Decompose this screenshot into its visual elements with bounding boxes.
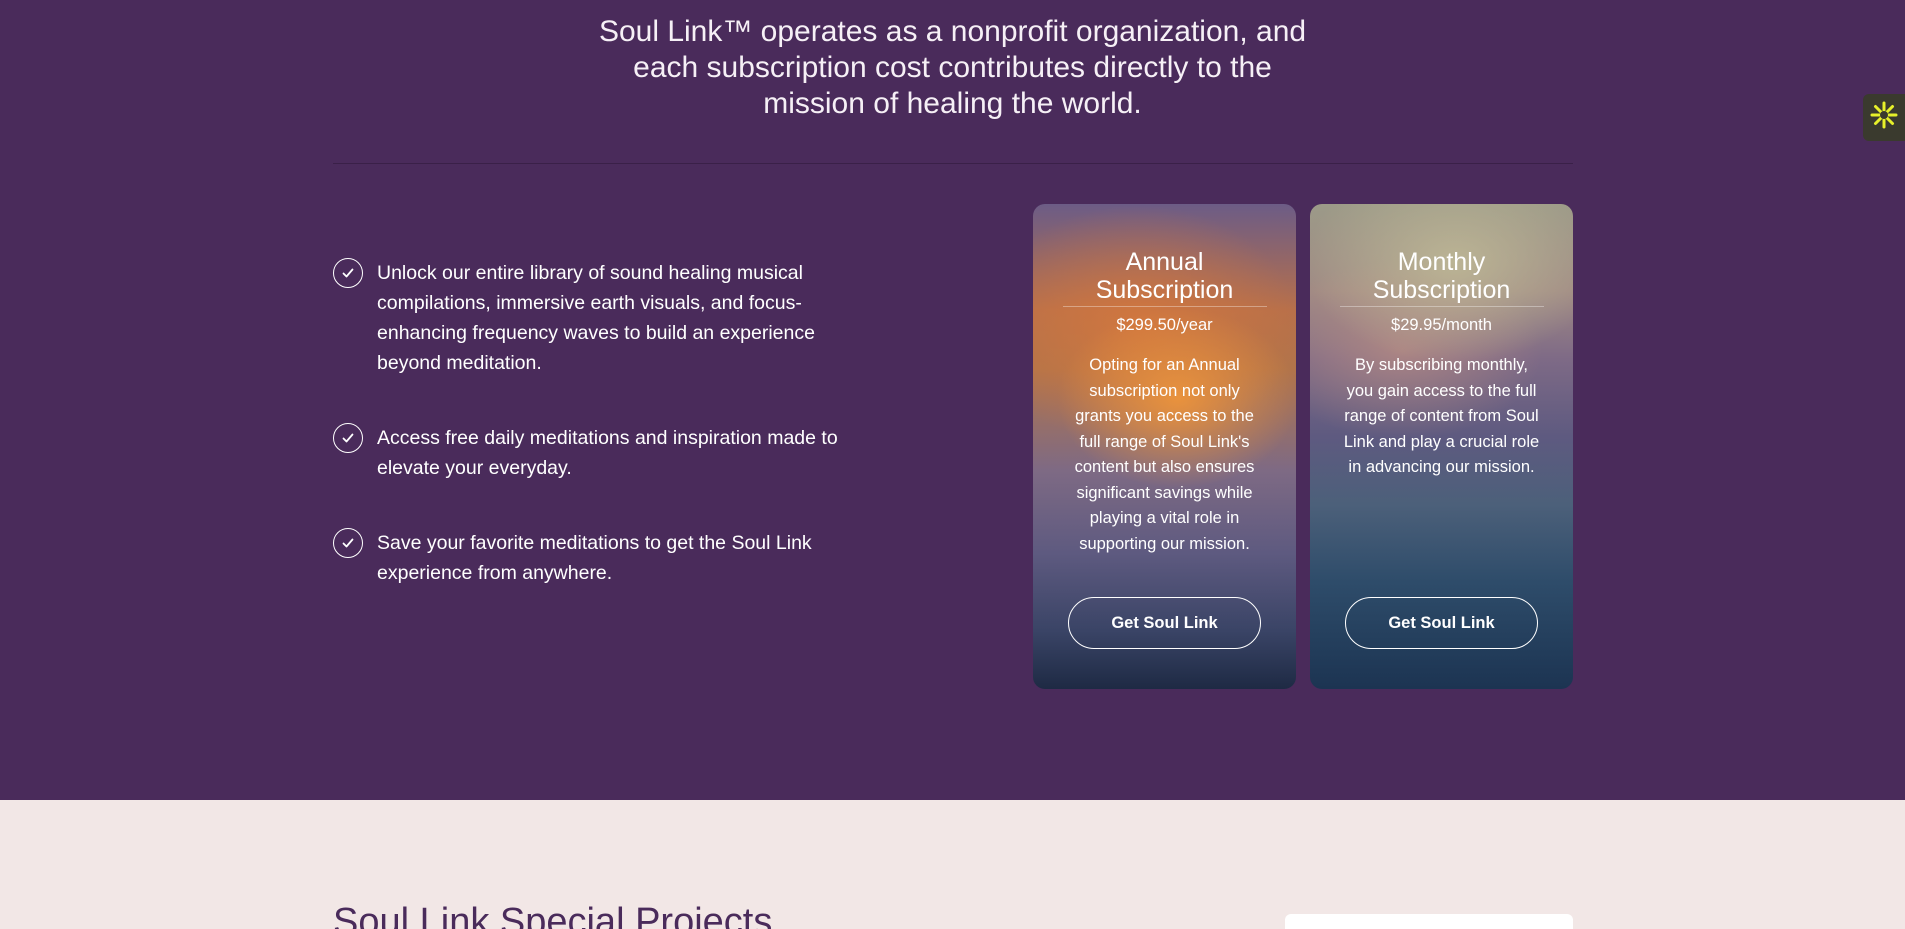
plan-price: $29.95/month	[1391, 316, 1492, 334]
check-circle-icon	[333, 258, 363, 288]
benefit-text: Unlock our entire library of sound heali…	[377, 262, 815, 374]
plan-title: Annual Subscription	[1062, 248, 1267, 307]
benefit-item: Save your favorite meditations to get th…	[333, 528, 873, 588]
monthly-subscription-card: Monthly Subscription $29.95/month By sub…	[1310, 204, 1573, 689]
special-projects-heading: Soul Link Special Projects	[333, 901, 773, 929]
pricing-section: Soul Link™ operates as a nonprofit organ…	[0, 0, 1905, 800]
intro-line-1: Soul Link™ operates as a nonprofit organ…	[598, 15, 1307, 48]
get-soul-link-monthly-button[interactable]: Get Soul Link	[1345, 597, 1538, 649]
get-soul-link-annual-button[interactable]: Get Soul Link	[1068, 597, 1261, 649]
plan-description: Opting for an Annual subscription not on…	[1074, 356, 1255, 553]
check-circle-icon	[333, 528, 363, 558]
benefit-text: Save your favorite meditations to get th…	[377, 532, 812, 584]
project-card-preview	[1285, 914, 1573, 929]
intro-text: Soul Link™ operates as a nonprofit organ…	[580, 14, 1325, 122]
plan-title: Monthly Subscription	[1339, 248, 1544, 307]
benefit-item: Access free daily meditations and inspir…	[333, 423, 873, 483]
check-circle-icon	[333, 423, 363, 453]
annual-subscription-card: Annual Subscription $299.50/year Opting …	[1033, 204, 1296, 689]
benefit-text: Access free daily meditations and inspir…	[377, 427, 838, 479]
intro-line-2: each subscription cost contributes direc…	[633, 51, 1272, 84]
asterisk-icon	[1869, 100, 1899, 135]
benefit-item: Unlock our entire library of sound heali…	[333, 258, 873, 378]
plan-description: By subscribing monthly, you gain access …	[1343, 356, 1540, 476]
accessibility-widget-button[interactable]	[1863, 94, 1905, 141]
intro-line-3: mission of healing the world.	[763, 87, 1142, 120]
section-divider	[333, 163, 1573, 164]
plan-price: $299.50/year	[1116, 316, 1213, 334]
special-projects-section: Soul Link Special Projects	[0, 800, 1905, 929]
